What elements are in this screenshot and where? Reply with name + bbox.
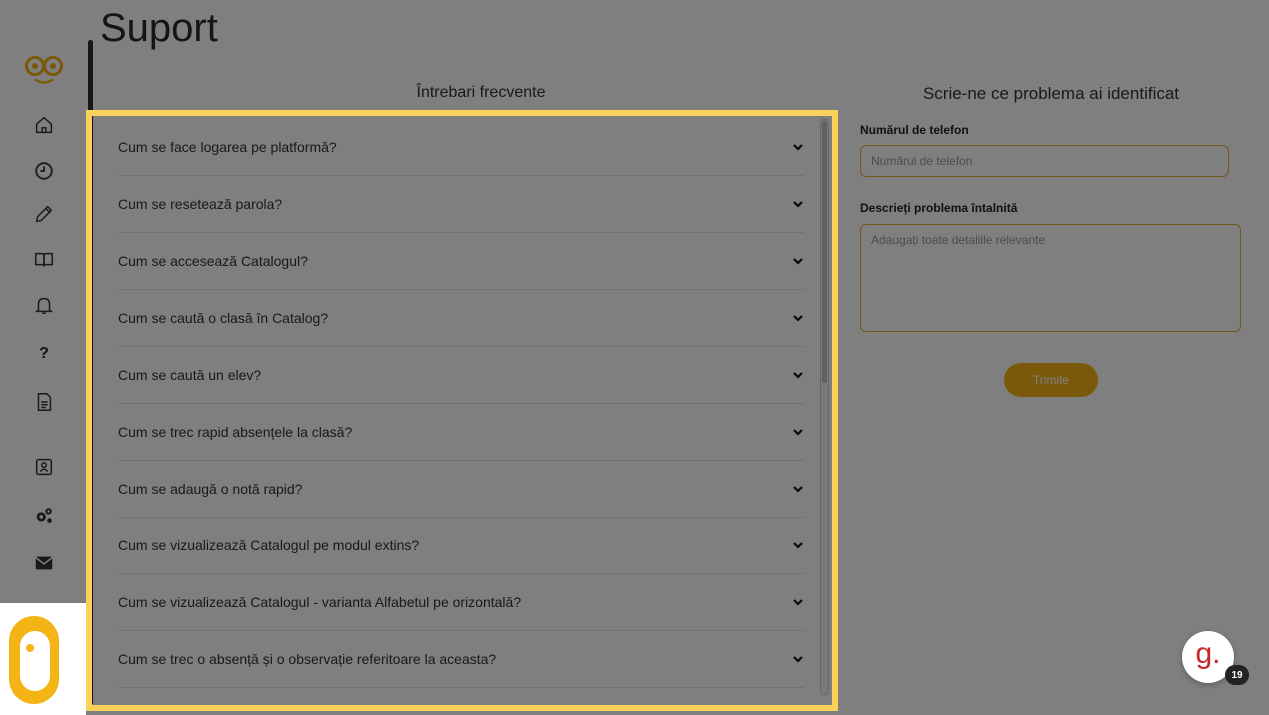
faq-question: Cum se accesează Catalogul? xyxy=(118,253,308,269)
faq-panel: Cum se face logarea pe platformă? Cum se… xyxy=(100,119,832,707)
gears-icon xyxy=(36,508,52,523)
chevron-down-icon xyxy=(793,542,803,549)
faq-item[interactable]: Cum se vizualizează Catalogul - varianta… xyxy=(118,574,804,631)
home-icon xyxy=(35,116,53,134)
description-label: Descrieți problema întalnită xyxy=(860,201,1018,215)
sidebar: ? xyxy=(20,35,68,635)
brand-logo-icon xyxy=(9,616,59,704)
chevron-down-icon xyxy=(793,144,803,151)
faq-item[interactable]: Cum se caută o clasă în Catalog? xyxy=(118,290,804,347)
chat-count-badge: 19 xyxy=(1225,665,1249,685)
chevron-down-icon xyxy=(793,599,803,606)
faq-item[interactable]: Cum se trec rapid absențele la clasă? xyxy=(118,404,804,461)
faq-question: Cum se adaugă o notă rapid? xyxy=(118,481,303,497)
sidebar-item-notifications[interactable] xyxy=(32,293,56,317)
mail-icon xyxy=(35,556,53,570)
sidebar-item-messages[interactable] xyxy=(32,551,56,575)
sidebar-item-settings[interactable] xyxy=(32,504,56,528)
chevron-down-icon xyxy=(793,372,803,379)
brand-badge xyxy=(0,603,86,715)
faq-heading: Întrebari frecvente xyxy=(416,84,546,101)
bell-icon xyxy=(34,297,54,314)
phone-input[interactable] xyxy=(860,145,1229,177)
faq-item[interactable]: Cum se trec o absență și o observație re… xyxy=(118,631,804,688)
faq-item[interactable]: Cum se vizualizează Catalogul pe modul e… xyxy=(118,517,804,574)
faq-question: Cum se face logarea pe platformă? xyxy=(118,139,337,155)
chevron-down-icon xyxy=(793,201,803,208)
faq-scrollbar[interactable] xyxy=(820,119,829,695)
logo-icon xyxy=(25,56,63,84)
faq-question: Cum se caută o clasă în Catalog? xyxy=(118,310,329,326)
chevron-down-icon xyxy=(793,258,803,265)
phone-label: Numărul de telefon xyxy=(860,123,969,137)
form-heading: Scrie-ne ce problema ai identificat xyxy=(922,84,1180,103)
sidebar-item-history[interactable] xyxy=(32,159,56,183)
faq-item[interactable]: Cum se face logarea pe platformă? xyxy=(118,119,804,176)
pencil-icon xyxy=(35,205,53,223)
help-icon: ? xyxy=(39,345,49,362)
description-field[interactable] xyxy=(860,224,1241,332)
sidebar-item-documents[interactable] xyxy=(32,390,56,414)
faq-question: Cum se caută un elev? xyxy=(118,367,262,383)
document-icon xyxy=(37,393,52,411)
sidebar-item-catalog[interactable] xyxy=(32,248,56,272)
sidebar-item-help[interactable]: ? xyxy=(32,342,56,366)
sidebar-item-home[interactable] xyxy=(32,113,56,137)
faq-scrollbar-thumb[interactable] xyxy=(822,121,827,383)
faq-question: Cum se trec rapid absențele la clasă? xyxy=(118,424,353,440)
faq-question: Cum se vizualizează Catalogul pe modul e… xyxy=(118,537,420,553)
clock-icon xyxy=(35,162,53,180)
faq-item[interactable]: Cum se adaugă o notă rapid? xyxy=(118,461,804,518)
book-icon xyxy=(35,252,53,267)
faq-item[interactable]: Cum se accesează Catalogul? xyxy=(118,233,804,290)
faq-question: Cum se resetează parola? xyxy=(118,196,283,212)
faq-item[interactable]: Cum se resetează parola? xyxy=(118,176,804,233)
chevron-down-icon xyxy=(793,315,803,322)
contacts-icon xyxy=(35,458,53,476)
page-title: Suport xyxy=(100,6,218,50)
sidebar-item-contacts[interactable] xyxy=(32,455,56,479)
chevron-down-icon xyxy=(793,429,803,436)
chevron-down-icon xyxy=(793,656,803,663)
faq-item[interactable]: Cum se caută un elev? xyxy=(118,347,804,404)
chat-logo: g. xyxy=(1195,637,1221,670)
sidebar-item-edit[interactable] xyxy=(32,202,56,226)
sidebar-scrollbar[interactable] xyxy=(88,40,93,705)
chevron-down-icon xyxy=(793,486,803,493)
submit-button[interactable]: Trimite xyxy=(1004,363,1098,397)
faq-question: Cum se trec o absență și o observație re… xyxy=(118,651,497,667)
faq-question: Cum se vizualizează Catalogul - varianta… xyxy=(118,594,522,610)
